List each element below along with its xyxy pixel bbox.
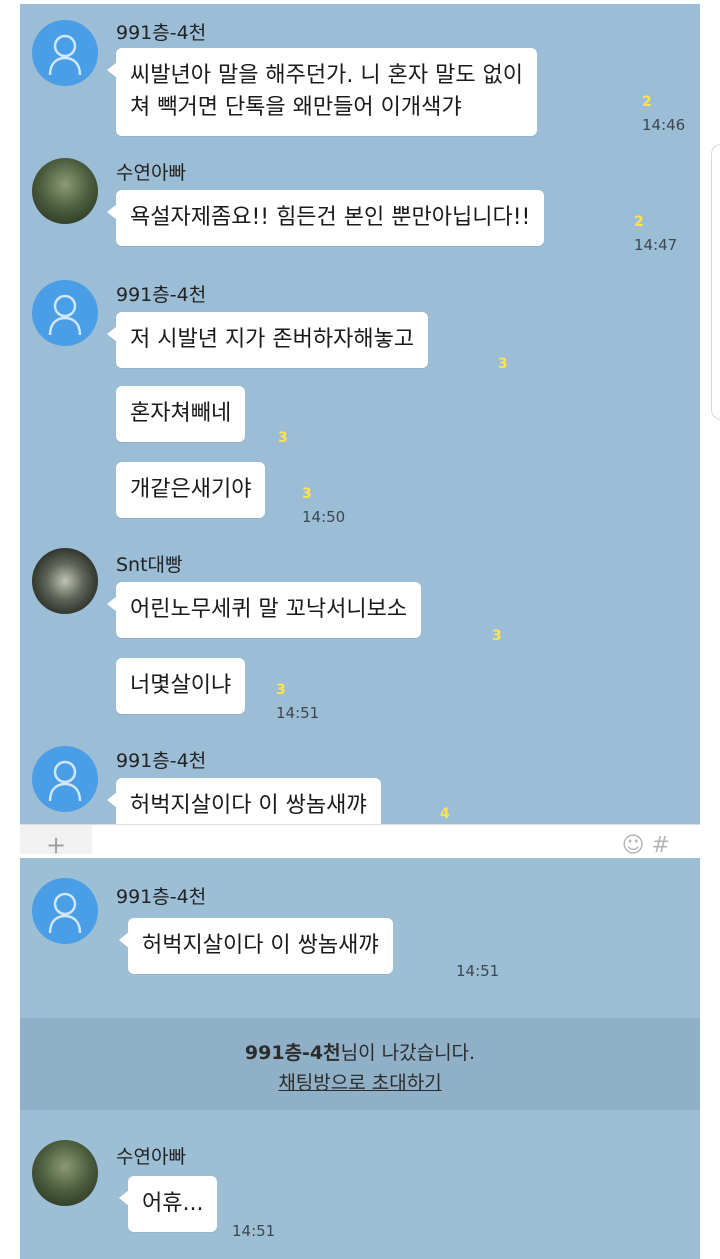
message-time: 14:51 xyxy=(232,1222,276,1240)
left-user-name: 991층-4천 xyxy=(244,1042,341,1064)
avatar-default-icon[interactable] xyxy=(32,280,98,346)
message-time: 14:50 xyxy=(302,508,346,526)
message-bubble[interactable]: 욕설자제좀요!! 힘든건 본인 뿐만아닙니다!! xyxy=(106,190,545,246)
message-time: 14:51 xyxy=(456,962,500,980)
sender-name: 수연아빠 xyxy=(116,162,186,184)
side-handle[interactable] xyxy=(711,144,720,420)
unread-count: 2 xyxy=(642,94,652,110)
message-bubble[interactable]: 저 시발년 지가 존버하자해놓고 xyxy=(106,312,429,368)
avatar-default-icon[interactable] xyxy=(32,20,98,86)
system-notice: 991층-4천님이 나갔습니다. 채팅방으로 초대하기 xyxy=(20,1018,700,1110)
invite-link[interactable]: 채팅방으로 초대하기 xyxy=(278,1072,441,1094)
message-bubble[interactable]: 너몇살이냐 xyxy=(116,658,246,714)
sender-name: Snt대빵 xyxy=(116,554,183,576)
unread-count: 3 xyxy=(278,430,288,446)
message-time: 14:51 xyxy=(276,704,320,722)
unread-count: 3 xyxy=(302,486,312,502)
unread-count: 3 xyxy=(498,356,508,372)
plus-icon[interactable]: + xyxy=(20,825,92,854)
left-notice-text: 님이 나갔습니다. xyxy=(340,1042,476,1064)
unread-count: 2 xyxy=(634,214,644,230)
message-time: 14:47 xyxy=(634,236,678,254)
message-bubble[interactable]: 어린노무세퀴 말 꼬낙서니보소 xyxy=(106,582,422,638)
left-notice: 991층-4천님이 나갔습니다. xyxy=(20,1038,700,1065)
chat-screen-top: 991층-4천 씨발년아 말을 해주던가. 니 혼자 말도 없이 쳐 빽거면 단… xyxy=(20,4,700,854)
sender-name: 991층-4천 xyxy=(116,22,207,44)
unread-count: 3 xyxy=(276,682,286,698)
avatar-default-icon[interactable] xyxy=(32,878,98,944)
message-bubble[interactable]: 개같은새기야 xyxy=(116,462,266,518)
emoticon-hash-icons[interactable]: ☺ # xyxy=(622,833,670,854)
avatar-photo[interactable] xyxy=(32,158,98,224)
sender-name: 991층-4천 xyxy=(116,284,207,306)
avatar-photo[interactable] xyxy=(32,1140,98,1206)
sender-name: 수연아빠 xyxy=(116,1146,186,1168)
unread-count: 4 xyxy=(440,806,450,822)
message-bubble[interactable]: 어휴... xyxy=(118,1176,218,1232)
avatar-default-icon[interactable] xyxy=(32,746,98,812)
sender-name: 991층-4천 xyxy=(116,886,207,908)
message-time: 14:46 xyxy=(642,116,686,134)
message-bubble[interactable]: 씨발년아 말을 해주던가. 니 혼자 말도 없이 쳐 빽거면 단톡을 왜만들어 … xyxy=(106,48,538,136)
message-input[interactable]: ☺ # xyxy=(92,825,700,854)
unread-count: 3 xyxy=(492,628,502,644)
message-bubble[interactable]: 허벅지살이다 이 쌍놈새꺄 xyxy=(119,918,393,974)
message-bubble[interactable]: 혼자쳐빼네 xyxy=(116,386,246,442)
chat-screen-bottom: 991층-4천 허벅지살이다 이 쌍놈새꺄 14:51 991층-4천님이 나갔… xyxy=(20,858,700,1259)
message-input-bar: + ☺ # xyxy=(20,824,700,854)
avatar-photo[interactable] xyxy=(32,548,98,614)
invite-row: 채팅방으로 초대하기 xyxy=(20,1068,700,1095)
sender-name: 991층-4천 xyxy=(116,750,207,772)
